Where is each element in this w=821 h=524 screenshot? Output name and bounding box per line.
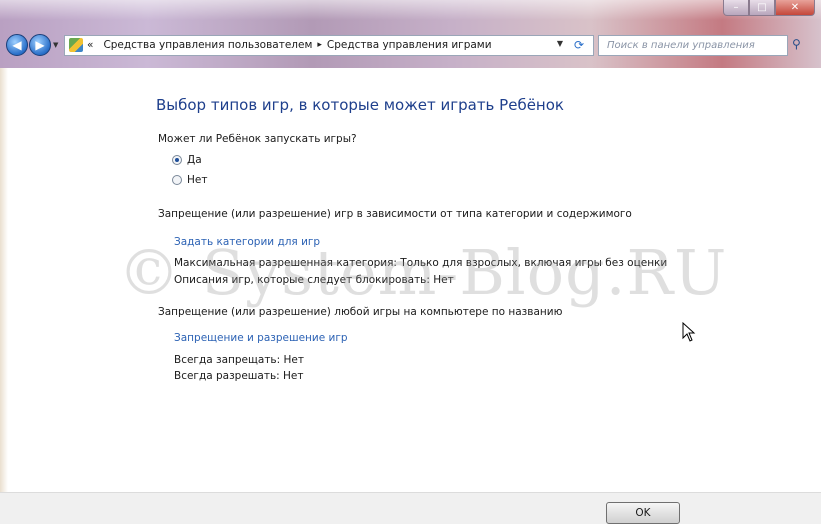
blocked-descriptions-text: Описания игр, которые следует блокироват…	[174, 274, 454, 286]
radio-option-yes[interactable]: Да	[172, 154, 202, 166]
breadcrumb-game-controls[interactable]: Средства управления играми	[327, 39, 492, 51]
address-bar[interactable]: « Средства управления пользователем ▸ Ср…	[64, 34, 594, 56]
navigation-bar: ◀ ▶ ▼ « Средства управления пользователе…	[6, 33, 821, 57]
radio-option-no[interactable]: Нет	[172, 174, 207, 186]
forward-arrow-icon[interactable]: ▶	[29, 34, 51, 56]
search-icon[interactable]: ⚲	[792, 37, 808, 53]
mouse-cursor-icon	[682, 321, 696, 346]
address-dropdown-icon[interactable]: ▼	[557, 39, 563, 48]
ok-button[interactable]: OK	[606, 502, 680, 524]
refresh-icon[interactable]: ⟳	[571, 38, 587, 54]
breadcrumb-prefix[interactable]: «	[87, 39, 93, 51]
history-dropdown-icon[interactable]: ▼	[53, 41, 61, 49]
max-category-text: Максимальная разрешенная категория: Толь…	[174, 257, 668, 269]
radio-label-no[interactable]: Нет	[187, 174, 207, 186]
page-title: Выбор типов игр, в которые может играть …	[156, 96, 564, 114]
window-controls: – □ ✕	[723, 0, 815, 18]
maximize-button[interactable]: □	[749, 0, 775, 16]
control-panel-icon	[69, 38, 83, 52]
back-arrow-icon[interactable]: ◀	[6, 34, 28, 56]
run-games-question: Может ли Ребёнок запускать игры?	[158, 133, 357, 145]
always-allow-text: Всегда разрешать: Нет	[174, 370, 304, 382]
radio-button-yes[interactable]	[172, 155, 182, 165]
radio-label-yes[interactable]: Да	[187, 154, 202, 166]
block-allow-games-link[interactable]: Запрещение и разрешение игр	[174, 332, 348, 344]
close-button[interactable]: ✕	[775, 0, 815, 16]
search-input[interactable]: Поиск в панели управления	[598, 34, 788, 56]
section-title-categories: Запрещение (или разрешение) игр в зависи…	[158, 208, 632, 220]
main-content: Выбор типов игр, в которые может играть …	[0, 68, 821, 492]
always-block-text: Всегда запрещать: Нет	[174, 354, 304, 366]
radio-button-no[interactable]	[172, 175, 182, 185]
dialog-footer: OK	[0, 492, 821, 524]
breadcrumb-user-controls[interactable]: Средства управления пользователем	[103, 39, 312, 51]
frame-glow	[0, 0, 821, 20]
section-title-by-name: Запрещение (или разрешение) любой игры н…	[158, 306, 563, 318]
breadcrumb-separator-icon[interactable]: ▸	[317, 40, 322, 50]
window-left-edge	[0, 68, 8, 492]
set-game-categories-link[interactable]: Задать категории для игр	[174, 236, 320, 248]
minimize-button[interactable]: –	[723, 0, 749, 16]
